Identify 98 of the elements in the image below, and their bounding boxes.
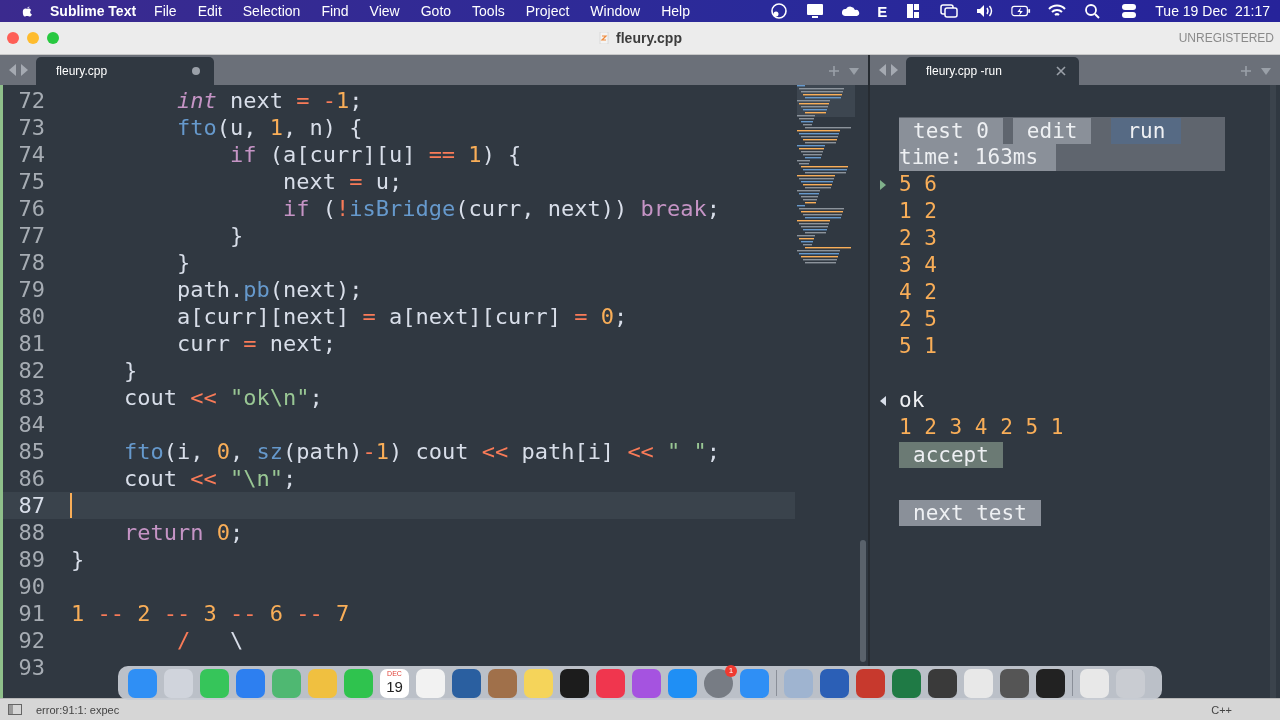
accept-button[interactable]: accept	[899, 441, 1003, 468]
menu-item[interactable]: Project	[525, 3, 570, 19]
menu-item[interactable]: Goto	[420, 3, 452, 19]
input-line: 2 5	[899, 306, 937, 333]
tab-list-icon[interactable]	[1260, 65, 1272, 77]
line-number: 75	[17, 168, 46, 195]
line-number: 76	[17, 195, 46, 222]
license-label: UNREGISTERED	[1178, 31, 1274, 45]
line-number: 77	[17, 222, 46, 249]
windows-icon[interactable]	[939, 3, 960, 19]
output-marker-icon	[879, 394, 887, 407]
code-line: if (a[curr][u] == 1) {	[228, 141, 522, 168]
code-line: return 0;	[122, 519, 244, 546]
line-number: 93	[17, 654, 46, 681]
code-line: next = u;	[281, 168, 403, 195]
panel-toggle-icon[interactable]	[8, 704, 22, 715]
code-line: }	[71, 546, 85, 573]
app-icon[interactable]	[928, 668, 957, 698]
menu-item[interactable]: View	[369, 3, 400, 19]
line-number: 90	[17, 573, 46, 600]
verdict-label: ok	[899, 387, 925, 414]
menu-item[interactable]: Selection	[242, 3, 301, 19]
scrollbar[interactable]	[1270, 85, 1276, 698]
line-number: 91	[17, 600, 46, 627]
plus-icon[interactable]	[1240, 65, 1252, 77]
syntax-selector[interactable]: C++	[1211, 703, 1232, 716]
scrollbar[interactable]	[860, 540, 866, 662]
line-number: 89	[17, 546, 46, 573]
input-line: 5 1	[899, 333, 937, 360]
menu-item[interactable]: Window	[590, 3, 641, 19]
nav-arrows-icon[interactable]	[878, 64, 900, 76]
code-line: 1 -- 2 -- 3 -- 6 -- 7	[71, 600, 350, 627]
menu-item[interactable]: Edit	[197, 3, 222, 19]
circle-logo-icon[interactable]	[769, 3, 790, 19]
line-number: 92	[17, 627, 46, 654]
line-number: 83	[17, 384, 46, 411]
input-line: 5 6	[899, 171, 937, 198]
app-icon[interactable]	[560, 668, 589, 698]
menubar-letter[interactable]: E	[877, 2, 888, 20]
line-number: 82	[17, 357, 46, 384]
code-line: / \	[175, 627, 244, 654]
app-icon[interactable]	[1000, 668, 1029, 698]
zoom-window-button[interactable]	[47, 32, 59, 44]
line-number: 88	[17, 519, 46, 546]
time-label: time: 163ms	[899, 144, 1057, 171]
input-line: 1 2	[899, 198, 937, 225]
code-line: if (!isBridge(curr, next)) break;	[281, 195, 721, 222]
code-line: }	[228, 222, 244, 249]
code-line: fto(i, 0, sz(path)-1) cout << path[i] << " ";	[122, 438, 721, 465]
output-line: 1 2 3 4 2 5 1	[899, 414, 1064, 441]
line-number: 81	[17, 330, 46, 357]
menubar-clock[interactable]: Tue 19 Dec 21:17	[1155, 3, 1270, 19]
code-line: }	[122, 357, 138, 384]
monitor-icon[interactable]	[805, 3, 826, 19]
editor-tab[interactable]: fleury.cpp	[36, 57, 214, 85]
code-line: }	[175, 249, 191, 276]
close-icon[interactable]	[1055, 65, 1067, 77]
line-number: 79	[17, 276, 46, 303]
app-menu[interactable]: Sublime Text	[50, 3, 137, 19]
battery-icon[interactable]	[1011, 3, 1032, 19]
line-number: 87	[17, 492, 46, 519]
line-number: 84	[17, 411, 46, 438]
editor-tab[interactable]: fleury.cpp -run	[906, 57, 1079, 85]
wifi-icon[interactable]	[1047, 3, 1068, 19]
file-icon	[598, 32, 611, 44]
nav-arrows-icon[interactable]	[8, 64, 30, 76]
menu-item[interactable]: File	[154, 3, 177, 19]
code-line: a[curr][next] = a[next][curr] = 0;	[175, 303, 628, 330]
menu-item[interactable]: Find	[321, 3, 349, 19]
line-number: 72	[17, 87, 46, 114]
calendar-day: 19	[386, 677, 403, 696]
text-cursor	[70, 493, 72, 518]
input-line: 4 2	[899, 279, 937, 306]
minimize-window-button[interactable]	[27, 32, 39, 44]
line-number: 86	[17, 465, 46, 492]
menu-item[interactable]: Help	[661, 3, 690, 19]
code-line: fto(u, 1, n) {	[175, 114, 363, 141]
code-line: path.pb(next);	[175, 276, 363, 303]
plus-icon[interactable]	[828, 65, 840, 77]
code-line: cout << "\n";	[122, 465, 297, 492]
input-line: 3 4	[899, 252, 937, 279]
code-line: int next = -1;	[175, 87, 363, 114]
run-button[interactable]: run	[1111, 117, 1182, 144]
code-line: cout << "ok\n";	[122, 384, 323, 411]
app-icon[interactable]	[1036, 668, 1065, 698]
tab-list-icon[interactable]	[848, 65, 860, 77]
menu-item[interactable]: Tools	[472, 3, 505, 19]
line-number: 78	[17, 249, 46, 276]
line-number: 74	[17, 141, 46, 168]
input-line: 2 3	[899, 225, 937, 252]
status-message: error:91:1: expec	[36, 703, 120, 716]
code-line: curr = next;	[175, 330, 336, 357]
input-marker-icon	[879, 178, 887, 191]
line-number: 85	[17, 438, 46, 465]
line-number: 80	[17, 303, 46, 330]
window-title: fleury.cpp	[616, 30, 682, 46]
line-number: 73	[17, 114, 46, 141]
close-window-button[interactable]	[7, 32, 19, 44]
